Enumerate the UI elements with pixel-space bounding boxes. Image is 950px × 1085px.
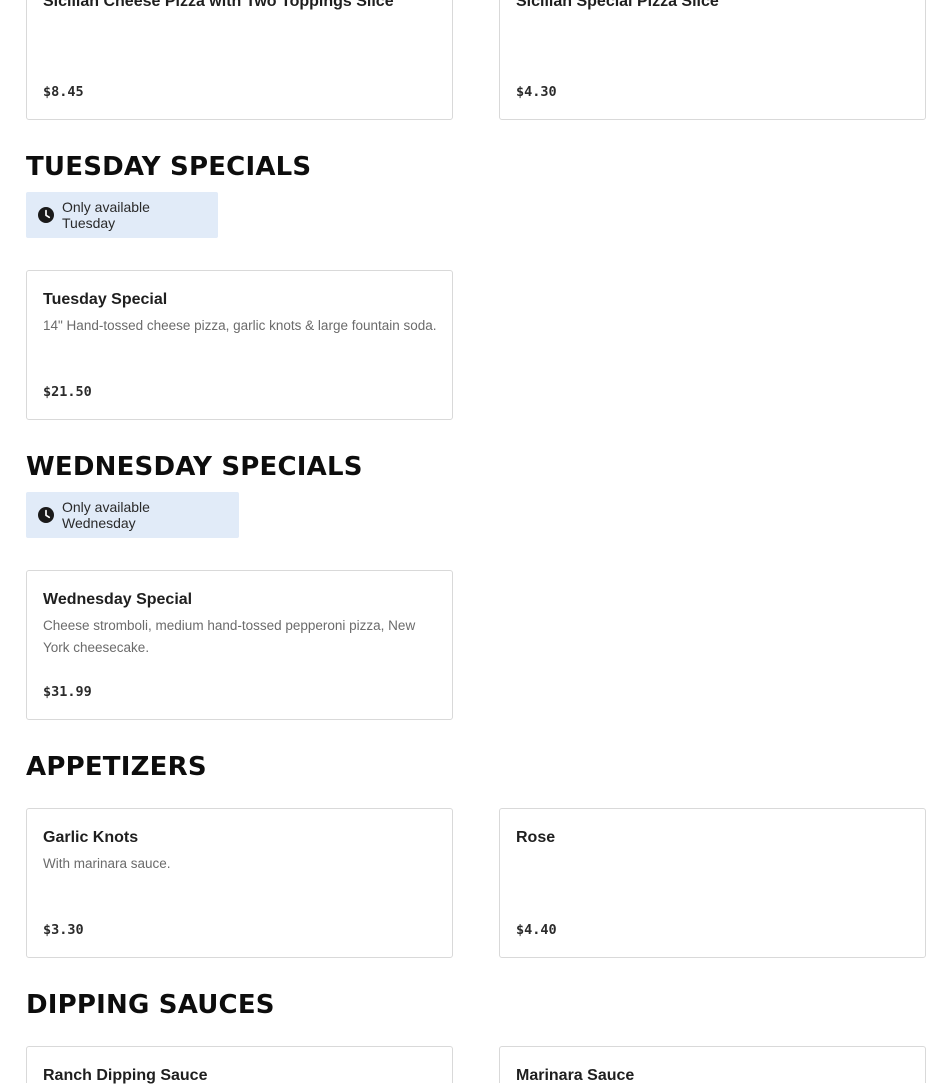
availability-text: Only available Tuesday bbox=[62, 199, 150, 231]
availability-text: Only available Wednesday bbox=[62, 499, 150, 531]
item-price: $31.99 bbox=[43, 684, 92, 700]
item-price: $3.30 bbox=[43, 922, 84, 938]
item-name: Sicilian Special Pizza Slice bbox=[516, 0, 719, 10]
menu-item-card[interactable]: Sicilian Special Pizza Slice $4.30 bbox=[499, 0, 926, 120]
section-title-dipping-sauces: DIPPING SAUCES bbox=[26, 990, 275, 1020]
item-price: $8.45 bbox=[43, 84, 84, 100]
section-title-wednesday-specials: WEDNESDAY SPECIALS bbox=[26, 452, 363, 482]
item-name: Wednesday Special bbox=[43, 591, 193, 608]
menu-item-card[interactable]: Rose $4.40 bbox=[499, 808, 926, 958]
section-title-appetizers: APPETIZERS bbox=[26, 752, 207, 782]
menu-item-card[interactable]: Wednesday Special Cheese stromboli, medi… bbox=[26, 570, 453, 720]
item-price: $4.30 bbox=[516, 84, 557, 100]
item-name: Garlic Knots bbox=[43, 829, 139, 846]
menu-item-card[interactable]: Tuesday Special 14" Hand-tossed cheese p… bbox=[26, 270, 453, 420]
item-description: Cheese stromboli, medium hand-tossed pep… bbox=[43, 618, 416, 655]
availability-badge: Only available Tuesday bbox=[26, 192, 218, 238]
item-description: With marinara sauce. bbox=[43, 856, 171, 871]
availability-badge: Only available Wednesday bbox=[26, 492, 239, 538]
item-description: 14" Hand-tossed cheese pizza, garlic kno… bbox=[43, 318, 437, 333]
menu-item-card[interactable]: Marinara Sauce bbox=[499, 1046, 926, 1084]
menu-item-card[interactable]: Garlic Knots With marinara sauce. $3.30 bbox=[26, 808, 453, 958]
clock-icon bbox=[38, 207, 54, 223]
item-name: Tuesday Special bbox=[43, 291, 168, 308]
section-title-tuesday-specials: TUESDAY SPECIALS bbox=[26, 152, 312, 182]
item-price: $4.40 bbox=[516, 922, 557, 938]
item-name: Rose bbox=[516, 829, 556, 846]
item-name: Ranch Dipping Sauce bbox=[43, 1067, 208, 1084]
item-price: $21.50 bbox=[43, 384, 92, 400]
clock-icon bbox=[38, 507, 54, 523]
item-name: Marinara Sauce bbox=[516, 1067, 635, 1084]
item-name: Sicilian Cheese Pizza with Two Toppings … bbox=[43, 0, 394, 10]
menu-item-card[interactable]: Ranch Dipping Sauce bbox=[26, 1046, 453, 1084]
menu-item-card[interactable]: Sicilian Cheese Pizza with Two Toppings … bbox=[26, 0, 453, 120]
